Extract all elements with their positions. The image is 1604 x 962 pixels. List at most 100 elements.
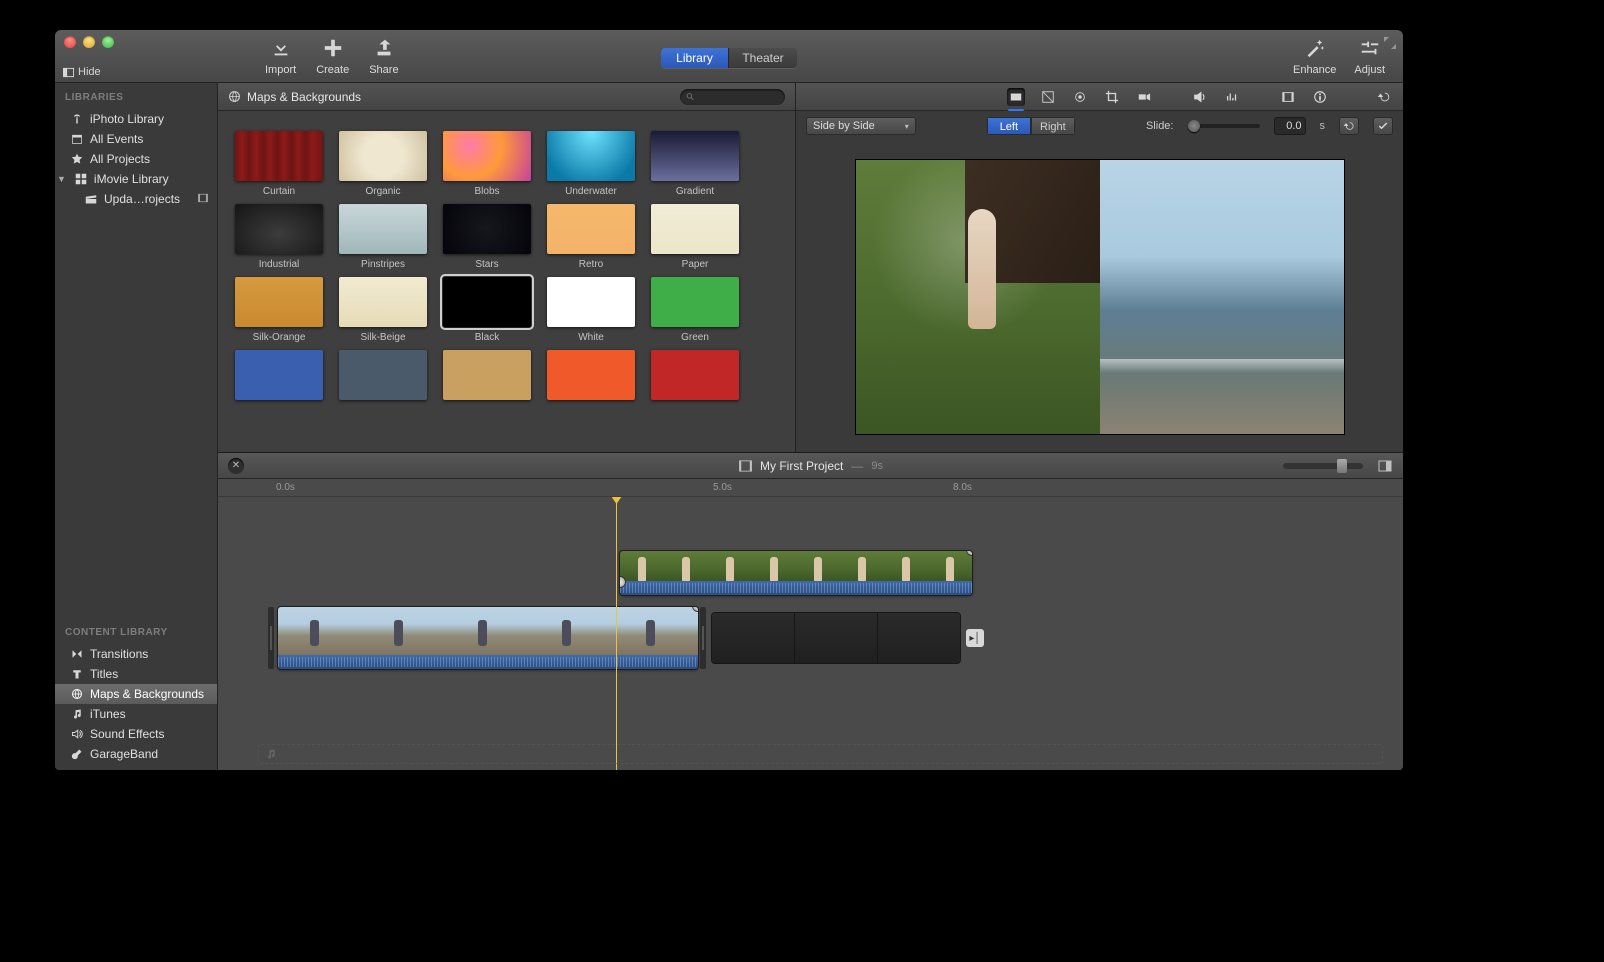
background-swatch[interactable]: Paper: [648, 204, 742, 271]
info-icon[interactable]: [1311, 88, 1329, 106]
apply-button[interactable]: [1373, 117, 1393, 135]
slide-value[interactable]: 0.0: [1274, 117, 1306, 135]
sidebar-item-imovie-library[interactable]: ▼ iMovie Library: [55, 169, 217, 189]
compare-mode-dropdown[interactable]: Side by Side ▾: [806, 117, 916, 135]
sidebar-item-label: iPhoto Library: [90, 112, 164, 126]
window-traffic-lights[interactable]: [64, 36, 114, 48]
background-swatch[interactable]: White: [544, 277, 638, 344]
globe-icon: [71, 688, 83, 700]
window-minimize-button[interactable]: [83, 36, 95, 48]
left-right-segment[interactable]: Left Right: [987, 117, 1075, 135]
sidebar-item-projects[interactable]: All Projects: [55, 149, 217, 169]
segment-left[interactable]: Left: [987, 117, 1031, 135]
slider-knob[interactable]: [1188, 120, 1200, 132]
overlay-controls-icon[interactable]: [1007, 88, 1025, 106]
background-label: Gradient: [648, 186, 742, 198]
timeline-clip-main[interactable]: [278, 607, 698, 669]
timeline-audio-lane[interactable]: [258, 744, 1383, 764]
timeline-zoom-slider[interactable]: [1283, 463, 1363, 469]
adjust-button[interactable]: Adjust: [1354, 34, 1385, 76]
timeline-panel: ✕ My First Project — 9s 0.0s 5.0s: [218, 453, 1403, 770]
sidebar-item-garageband[interactable]: GarageBand: [55, 744, 217, 764]
end-marker-icon[interactable]: ▸│: [966, 629, 984, 647]
timeline-settings-icon[interactable]: [1377, 458, 1393, 477]
crop-icon[interactable]: [1103, 88, 1121, 106]
chevron-down-icon: ▾: [905, 122, 909, 131]
background-swatch[interactable]: Retro: [544, 204, 638, 271]
background-swatch[interactable]: [440, 350, 534, 417]
window-zoom-button[interactable]: [102, 36, 114, 48]
background-swatch[interactable]: Gradient: [648, 131, 742, 198]
background-swatch[interactable]: Green: [648, 277, 742, 344]
color-correction-icon[interactable]: [1071, 88, 1089, 106]
fullscreen-icon[interactable]: [1384, 37, 1396, 52]
slide-slider[interactable]: [1188, 124, 1260, 128]
undo-icon: [1343, 120, 1355, 132]
import-button[interactable]: Import: [265, 34, 296, 76]
background-swatch[interactable]: Blobs: [440, 131, 534, 198]
equalizer-icon[interactable]: [1223, 88, 1241, 106]
background-swatch[interactable]: Silk-Beige: [336, 277, 430, 344]
sidebar-item-transitions[interactable]: Transitions: [55, 644, 217, 664]
background-swatch[interactable]: [544, 350, 638, 417]
background-swatch[interactable]: [232, 350, 326, 417]
title-separator: —: [851, 459, 863, 473]
background-swatch[interactable]: Curtain: [232, 131, 326, 198]
close-icon[interactable]: ✕: [228, 458, 244, 474]
sidebar-item-events[interactable]: All Events: [55, 129, 217, 149]
segment-library[interactable]: Library: [661, 48, 729, 68]
background-swatch[interactable]: Industrial: [232, 204, 326, 271]
sidebar-item-maps-backgrounds[interactable]: Maps & Backgrounds: [55, 684, 217, 704]
color-balance-icon[interactable]: [1039, 88, 1057, 106]
create-button[interactable]: Create: [316, 34, 349, 76]
sidebar-item-titles[interactable]: Titles: [55, 664, 217, 684]
sidebar-item-sound-effects[interactable]: Sound Effects: [55, 724, 217, 744]
timeline-ruler[interactable]: 0.0s 5.0s 8.0s: [218, 479, 1403, 497]
import-icon: [265, 34, 296, 62]
background-swatch[interactable]: [648, 350, 742, 417]
timeline-tracks[interactable]: ▸│: [218, 497, 1403, 770]
reset-button[interactable]: [1339, 117, 1359, 135]
segment-theater[interactable]: Theater: [729, 48, 797, 68]
background-swatch[interactable]: Pinstripes: [336, 204, 430, 271]
background-label: Pinstripes: [336, 259, 430, 271]
slider-knob[interactable]: [1337, 459, 1347, 473]
background-swatch[interactable]: [336, 350, 430, 417]
window-close-button[interactable]: [64, 36, 76, 48]
timeline-header: ✕ My First Project — 9s: [218, 453, 1403, 479]
background-label: Paper: [648, 259, 742, 271]
sidebar-item-label: Maps & Backgrounds: [90, 687, 204, 701]
timeline-clip-placeholder[interactable]: [712, 613, 960, 663]
sidebar-item-iphoto[interactable]: iPhoto Library: [55, 109, 217, 129]
segment-right[interactable]: Right: [1031, 117, 1075, 135]
background-swatch[interactable]: Black: [440, 277, 534, 344]
ruler-mark: 5.0s: [713, 482, 732, 493]
speed-icon[interactable]: [1279, 88, 1297, 106]
volume-icon[interactable]: [1191, 88, 1209, 106]
main-split: LIBRARIES iPhoto Library All Events All …: [55, 83, 1403, 770]
sidebar-item-itunes[interactable]: iTunes: [55, 704, 217, 724]
hide-sidebar-button[interactable]: Hide: [63, 66, 101, 78]
revert-icon[interactable]: [1375, 88, 1393, 106]
background-swatch[interactable]: Stars: [440, 204, 534, 271]
chevron-down-icon[interactable]: ▼: [57, 174, 66, 184]
timeline-clip-overlay[interactable]: [620, 551, 972, 595]
star-icon: [71, 153, 83, 165]
clapper-icon: [85, 193, 97, 205]
sidebar-item-project[interactable]: Upda…rojects: [55, 189, 217, 209]
search-field[interactable]: [680, 89, 785, 105]
background-swatch[interactable]: Silk-Orange: [232, 277, 326, 344]
trim-handle-right[interactable]: [700, 607, 706, 669]
background-swatch[interactable]: Underwater: [544, 131, 638, 198]
film-icon: [738, 460, 752, 472]
speaker-icon: [71, 728, 83, 740]
stabilization-icon[interactable]: [1135, 88, 1153, 106]
background-swatch[interactable]: Organic: [336, 131, 430, 198]
share-button[interactable]: Share: [369, 34, 398, 76]
trim-handle-left[interactable]: [268, 607, 274, 669]
search-input[interactable]: [699, 91, 779, 103]
library-theater-segment[interactable]: Library Theater: [661, 48, 797, 68]
preview-left: [856, 160, 1100, 434]
preview-frame[interactable]: [856, 160, 1344, 434]
enhance-button[interactable]: Enhance: [1293, 34, 1336, 76]
